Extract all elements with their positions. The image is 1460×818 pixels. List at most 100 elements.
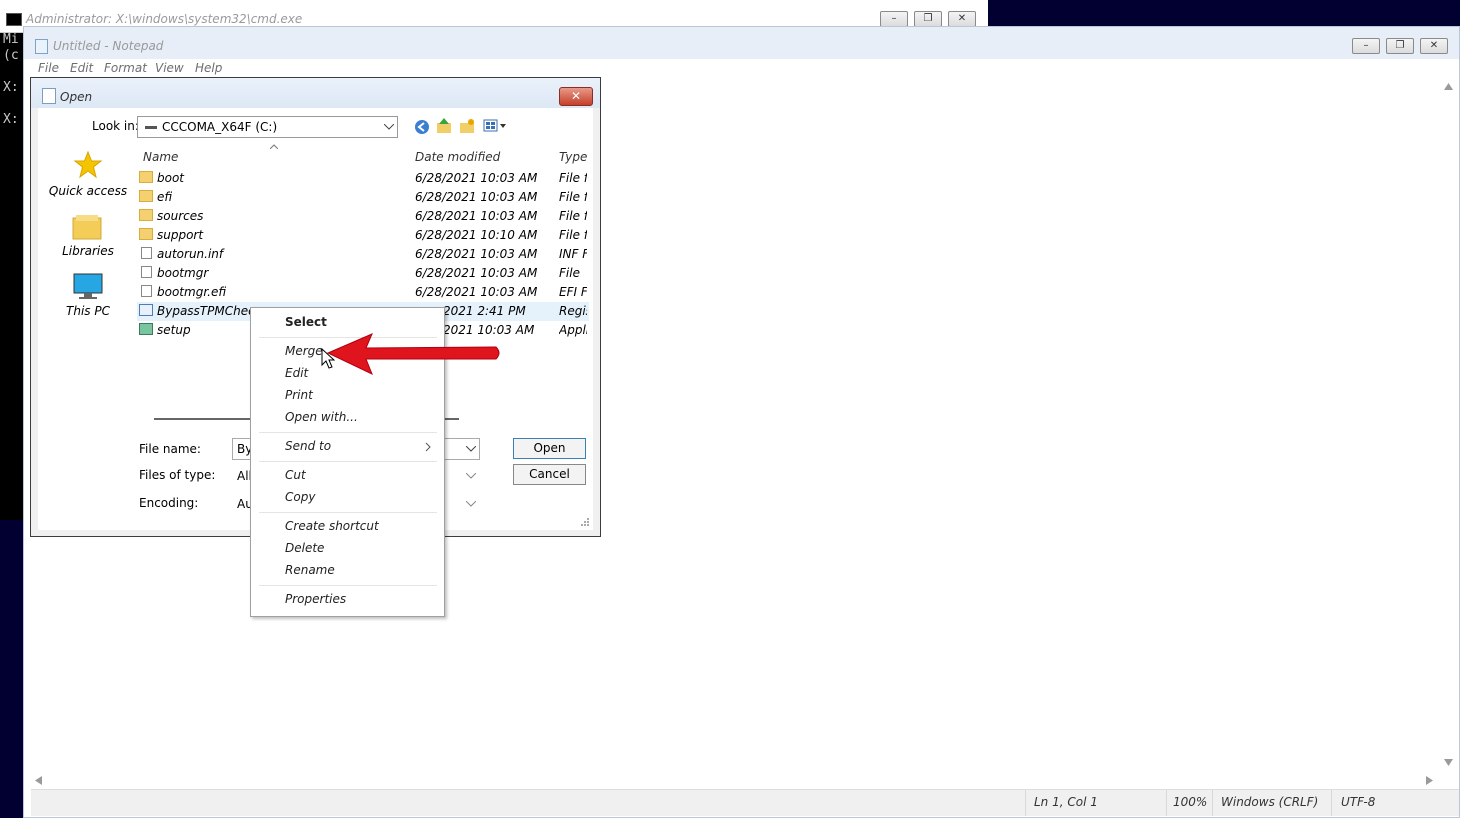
- dialog-icon: [42, 88, 56, 104]
- notepad-restore-button[interactable]: ❐: [1386, 38, 1414, 54]
- column-header-type[interactable]: Type: [559, 150, 587, 164]
- file-type: File fc: [559, 171, 587, 185]
- folder-icon: [139, 190, 153, 202]
- menu-item-delete[interactable]: Delete: [285, 541, 324, 555]
- notepad-icon: [35, 39, 48, 54]
- file-row[interactable]: boot 6/28/2021 10:03 AM File fc: [137, 169, 589, 188]
- menu-help[interactable]: Help: [195, 61, 222, 75]
- file-type: File: [559, 266, 580, 280]
- cmd-line: X:: [3, 80, 19, 95]
- up-folder-icon[interactable]: [436, 118, 452, 134]
- menu-item-rename[interactable]: Rename: [285, 563, 335, 577]
- column-header-name[interactable]: Name: [143, 150, 178, 164]
- menu-edit[interactable]: Edit: [70, 61, 93, 75]
- dialog-titlebar[interactable]: Open ✕: [31, 78, 600, 108]
- file-icon: [141, 266, 152, 278]
- scroll-down-arrow-icon[interactable]: [1444, 759, 1453, 766]
- file-date: 6/28/2021 10:10 AM: [415, 228, 538, 242]
- folder-icon: [139, 209, 153, 221]
- files-of-type-label: Files of type:: [139, 468, 216, 482]
- file-row[interactable]: support 6/28/2021 10:10 AM File fc: [137, 226, 589, 245]
- folder-icon: [139, 171, 153, 183]
- file-name: autorun.inf: [157, 247, 224, 261]
- cmd-line: Mi: [3, 32, 19, 47]
- cmd-minimize-button[interactable]: –: [880, 11, 908, 27]
- notepad-titlebar[interactable]: Untitled - Notepad – ❐ ✕: [24, 27, 1459, 59]
- notepad-menubar: File Edit Format View Help: [24, 59, 1459, 78]
- status-position: Ln 1, Col 1: [1034, 795, 1098, 809]
- horizontal-scrollbar[interactable]: [31, 772, 1439, 789]
- menu-separator: [259, 432, 437, 433]
- file-name: setup: [157, 323, 191, 337]
- open-button[interactable]: Open: [513, 438, 586, 459]
- scroll-left-arrow-icon[interactable]: [35, 776, 42, 785]
- status-divider: [1025, 790, 1026, 816]
- look-in-dropdown[interactable]: CCCOMA_X64F (C:): [137, 116, 398, 138]
- cmd-restore-button[interactable]: ❐: [914, 11, 942, 27]
- menu-item-properties[interactable]: Properties: [285, 592, 346, 606]
- scroll-up-arrow-icon[interactable]: [1444, 83, 1453, 90]
- chevron-down-icon[interactable]: [466, 446, 476, 452]
- menu-item-cut[interactable]: Cut: [285, 468, 306, 482]
- file-row[interactable]: efi 6/28/2021 10:03 AM File fc: [137, 188, 589, 207]
- menu-item-select[interactable]: Select: [285, 315, 327, 329]
- file-type: Appli: [559, 323, 587, 337]
- menu-item-copy[interactable]: Copy: [285, 490, 315, 504]
- monitor-icon[interactable]: [73, 273, 103, 301]
- cancel-button[interactable]: Cancel: [513, 464, 586, 485]
- cmd-line: (c: [3, 48, 19, 63]
- notepad-minimize-button[interactable]: –: [1352, 38, 1380, 54]
- new-folder-icon[interactable]: [459, 118, 475, 134]
- resize-grip-icon[interactable]: [581, 518, 590, 527]
- menu-item-open-with[interactable]: Open with...: [285, 410, 358, 424]
- sort-ascending-icon: [270, 144, 278, 149]
- notepad-close-button[interactable]: ✕: [1420, 38, 1448, 54]
- status-divider: [1331, 790, 1332, 816]
- star-icon[interactable]: [74, 151, 102, 179]
- menu-item-create-shortcut[interactable]: Create shortcut: [285, 519, 379, 533]
- dialog-close-button[interactable]: ✕: [559, 87, 593, 106]
- menu-separator: [259, 585, 437, 586]
- menu-file[interactable]: File: [38, 61, 59, 75]
- file-row[interactable]: bootmgr.efi 6/28/2021 10:03 AM EFI Fi: [137, 283, 589, 302]
- menu-separator: [259, 461, 437, 462]
- menu-format[interactable]: Format: [104, 61, 147, 75]
- menu-item-print[interactable]: Print: [285, 388, 313, 402]
- red-arrow-icon: [326, 333, 500, 376]
- file-name-label: File name:: [139, 442, 201, 456]
- menu-item-edit[interactable]: Edit: [285, 366, 308, 380]
- file-name: bootmgr: [157, 266, 209, 280]
- file-row[interactable]: bootmgr 6/28/2021 10:03 AM File: [137, 264, 589, 283]
- vertical-scrollbar[interactable]: [1440, 79, 1457, 791]
- place-this-pc[interactable]: This PC: [48, 304, 128, 318]
- chevron-right-icon: [425, 442, 431, 452]
- scroll-right-arrow-icon[interactable]: [1426, 776, 1433, 785]
- file-icon: [141, 285, 152, 297]
- file-row[interactable]: sources 6/28/2021 10:03 AM File fc: [137, 207, 589, 226]
- place-libraries[interactable]: Libraries: [48, 244, 128, 258]
- cmd-title: Administrator: X:\windows\system32\cmd.e…: [26, 12, 303, 26]
- file-type: File fc: [559, 209, 587, 223]
- file-date: 6/28/2021 10:03 AM: [415, 209, 538, 223]
- menu-item-send-to[interactable]: Send to: [285, 439, 331, 453]
- menu-view[interactable]: View: [155, 61, 184, 75]
- menu-item-merge[interactable]: Merge: [285, 344, 323, 358]
- cmd-close-button[interactable]: ✕: [948, 11, 976, 27]
- notepad-title: Untitled - Notepad: [53, 39, 164, 53]
- libraries-icon[interactable]: [72, 215, 102, 241]
- back-icon[interactable]: [414, 119, 430, 135]
- file-type: Regis: [559, 304, 587, 318]
- folder-icon: [139, 228, 153, 240]
- file-icon: [141, 247, 152, 259]
- chevron-down-icon: [466, 473, 476, 479]
- cmd-icon: [6, 13, 22, 26]
- encoding-label: Encoding:: [139, 496, 199, 510]
- view-menu-icon[interactable]: [483, 119, 509, 133]
- file-date: 6/28/2021 10:03 AM: [415, 190, 538, 204]
- place-quick-access[interactable]: Quick access: [48, 184, 128, 198]
- chevron-down-icon: [466, 501, 476, 507]
- file-row[interactable]: autorun.inf 6/28/2021 10:03 AM INF F: [137, 245, 589, 264]
- file-date: 2021 2:41 PM: [443, 304, 526, 318]
- status-divider: [1166, 790, 1167, 816]
- column-header-date[interactable]: Date modified: [415, 150, 500, 164]
